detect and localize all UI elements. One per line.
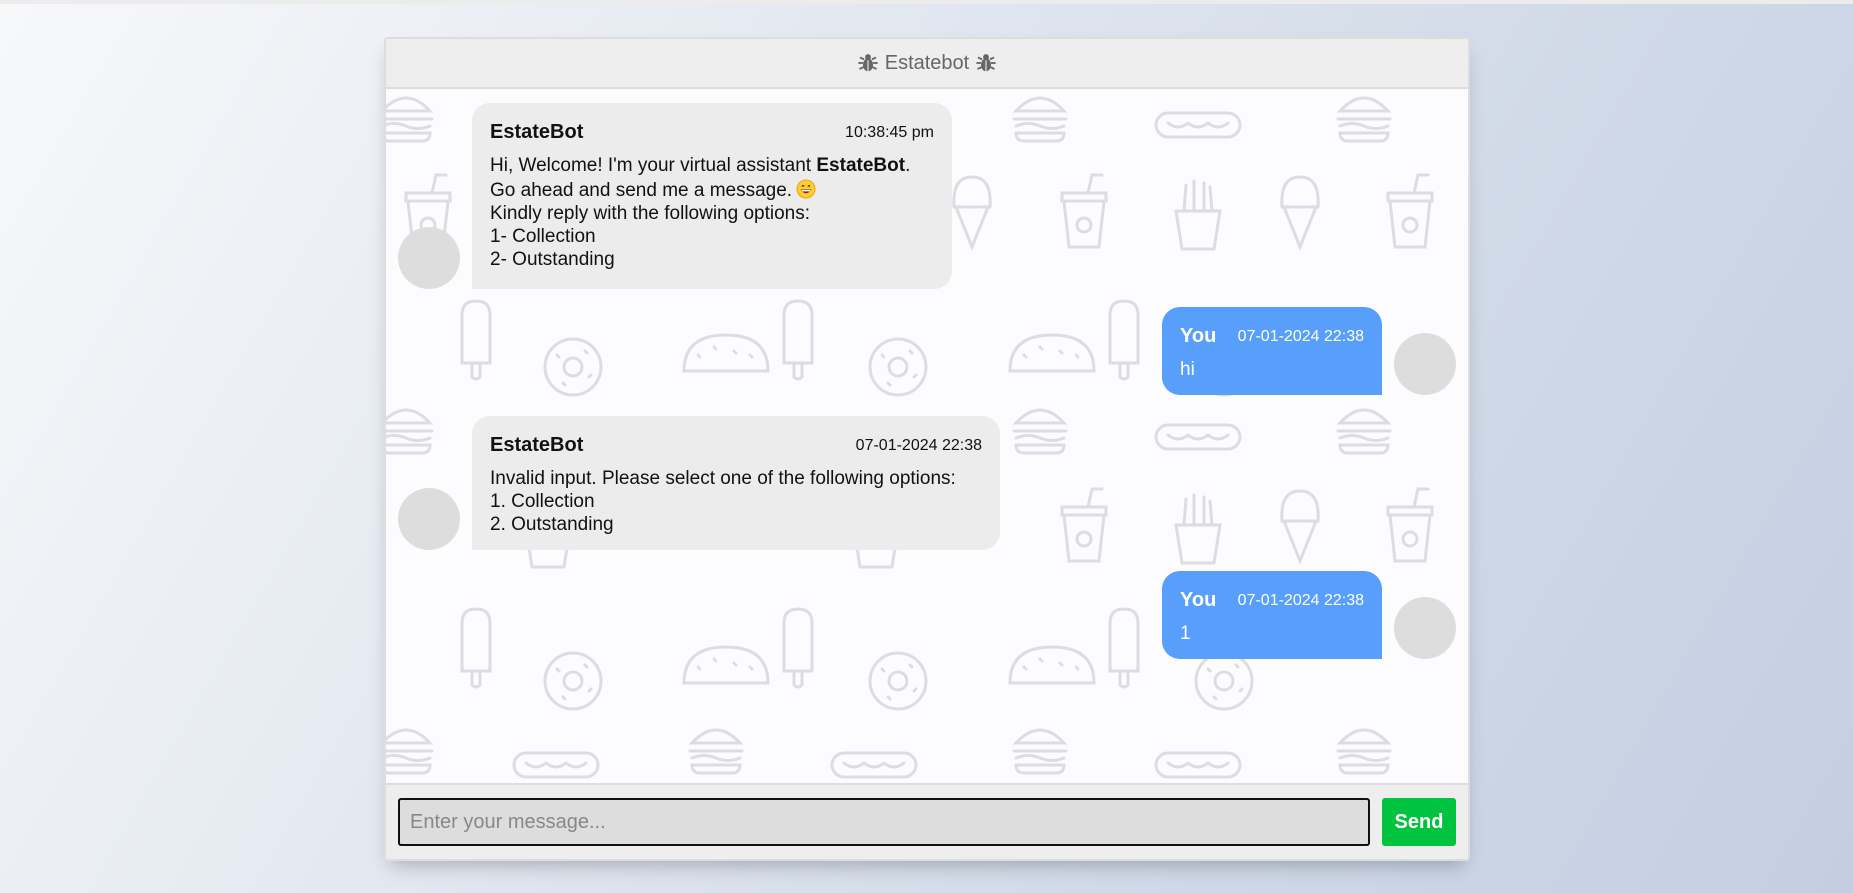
message-line: Kindly reply with the following options: — [490, 203, 811, 224]
message-sender: You — [1180, 589, 1217, 611]
browser-top-strip — [0, 0, 1853, 4]
message-line-text: Go ahead and send me a message. — [490, 180, 793, 201]
message-info: EstateBot 07-01-2024 22:38 — [490, 434, 982, 457]
bot-message: EstateBot 07-01-2024 22:38 Invalid input… — [398, 416, 1000, 550]
chat-title: Estatebot — [884, 51, 970, 74]
message-sender: EstateBot — [490, 121, 584, 143]
user-avatar — [1394, 597, 1456, 659]
bot-message-bubble: EstateBot 07-01-2024 22:38 Invalid input… — [472, 416, 1000, 550]
user-message-bubble: You 07-01-2024 22:38 hi — [1162, 307, 1382, 395]
message-sender: You — [1180, 325, 1217, 347]
user-message: You 07-01-2024 22:38 1 — [1162, 571, 1456, 659]
message-line: 2. Outstanding — [490, 514, 614, 535]
message-timestamp: 07-01-2024 22:38 — [1237, 328, 1364, 345]
message-info: You 07-01-2024 22:38 — [1180, 325, 1364, 348]
bot-message: EstateBot 10:38:45 pm Hi, Welcome! I'm y… — [398, 103, 952, 289]
message-line: 1. Collection — [490, 491, 595, 512]
chat-messages-area[interactable]: EstateBot 10:38:45 pm Hi, Welcome! I'm y… — [386, 89, 1468, 783]
message-line-text: Hi, Welcome! I'm your virtual assistant — [490, 155, 817, 176]
message-line: Go ahead and send me a message. — [490, 179, 934, 202]
user-message-bubble: You 07-01-2024 22:38 1 — [1162, 571, 1382, 659]
message-bold-text: EstateBot — [816, 155, 906, 176]
message-line: Invalid input. Please select one of the … — [490, 468, 956, 489]
message-line: 1- Collection — [490, 226, 596, 247]
chat-window: Estatebot EstateBot 10:38:45 pm Hi, Welc… — [384, 37, 1470, 861]
message-timestamp: 07-01-2024 22:38 — [1237, 592, 1364, 609]
bug-icon — [976, 54, 996, 72]
message-text: hi — [1180, 359, 1195, 380]
user-avatar — [1394, 333, 1456, 395]
message-timestamp: 10:38:45 pm — [845, 124, 934, 141]
bot-avatar — [398, 488, 460, 550]
bot-avatar — [398, 227, 460, 289]
user-message: You 07-01-2024 22:38 hi — [1162, 307, 1456, 395]
chat-header: Estatebot — [386, 39, 1468, 89]
message-info: You 07-01-2024 22:38 — [1180, 589, 1364, 612]
message-text: 1 — [1180, 623, 1191, 644]
message-input[interactable] — [398, 798, 1370, 846]
message-line: Hi, Welcome! I'm your virtual assistant … — [490, 154, 934, 177]
message-text: Hi, Welcome! I'm your virtual assistant … — [490, 154, 934, 271]
bug-icon — [858, 54, 878, 72]
message-line: 2- Outstanding — [490, 249, 615, 270]
send-button[interactable]: Send — [1382, 798, 1456, 846]
chat-input-form: Send — [386, 783, 1468, 859]
message-text: Invalid input. Please select one of the … — [490, 467, 982, 536]
bot-message-bubble: EstateBot 10:38:45 pm Hi, Welcome! I'm y… — [472, 103, 952, 289]
message-info: EstateBot 10:38:45 pm — [490, 121, 934, 144]
message-line-text: . — [905, 155, 911, 176]
grinning-face-emoji — [796, 179, 816, 199]
message-timestamp: 07-01-2024 22:38 — [855, 437, 982, 454]
message-sender: EstateBot — [490, 434, 584, 456]
